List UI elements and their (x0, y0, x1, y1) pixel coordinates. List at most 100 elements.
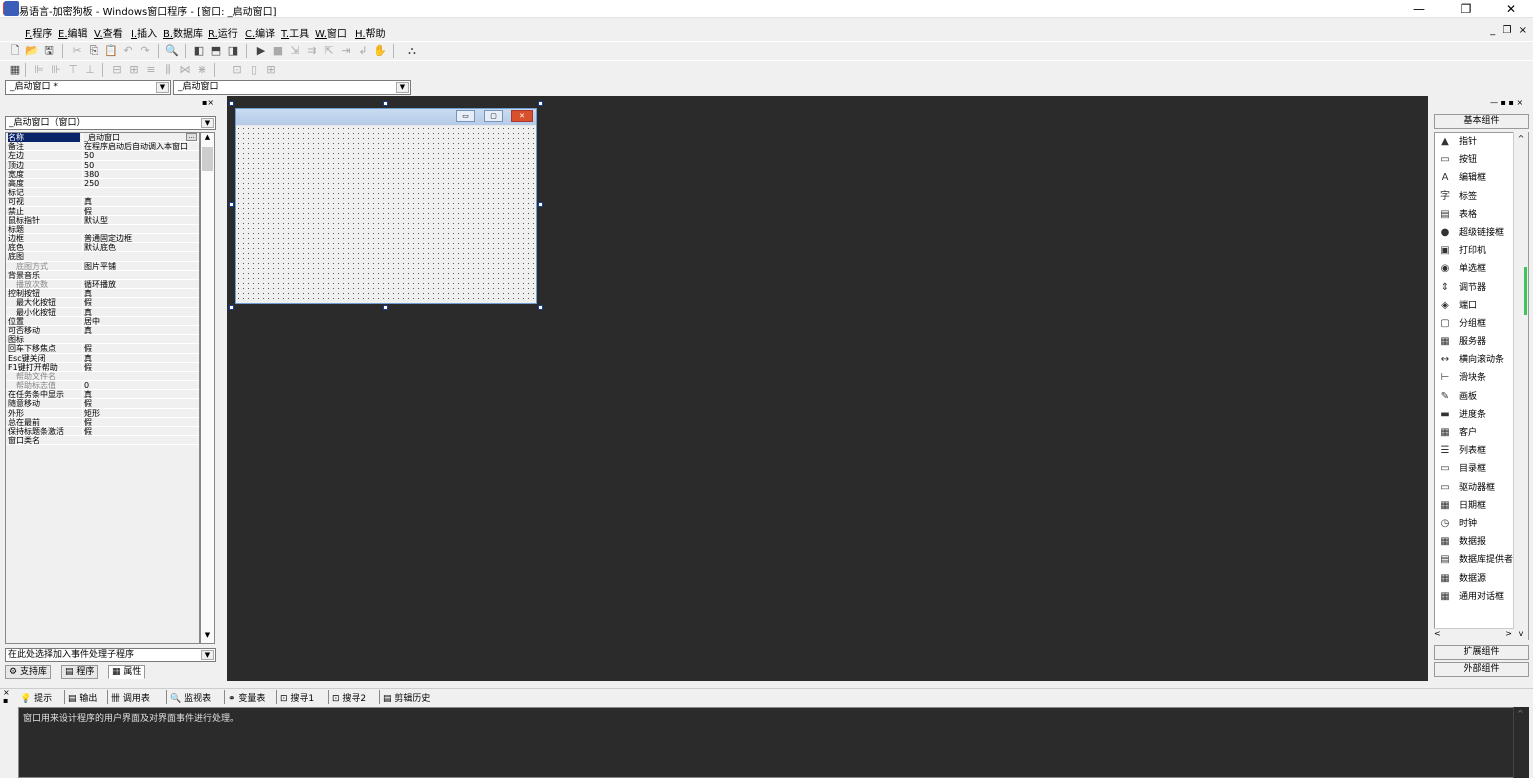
space-v-icon[interactable]: ⋇ (195, 63, 209, 76)
property-value[interactable]: _启动窗口 (82, 133, 199, 142)
copy-icon[interactable]: ⎘ (87, 44, 101, 57)
property-row[interactable]: 播放次数 循环播放 (6, 280, 199, 290)
object-selector[interactable]: _启动窗口（窗口） ▼ (5, 116, 216, 130)
property-row[interactable]: 最大化按钮 假 (6, 298, 199, 308)
tab-properties[interactable]: ▦ 属性 (108, 665, 146, 679)
align-right-icon[interactable]: ⊪ (49, 63, 63, 76)
bottom-tab[interactable]: ⊡ 搜寻1 (280, 691, 314, 704)
property-value[interactable]: 0 (82, 381, 199, 391)
resize-handle[interactable] (538, 101, 543, 106)
property-row[interactable]: 高度 250 (6, 178, 199, 189)
property-value[interactable]: 默认型 (82, 215, 199, 225)
property-value[interactable]: 假 (82, 399, 199, 409)
property-value[interactable]: 50 (82, 160, 199, 170)
step-out-icon[interactable]: ⇱ (322, 44, 336, 57)
property-row[interactable]: 标记 (6, 188, 199, 198)
property-row[interactable]: 控制按钮 真 (6, 289, 199, 299)
property-value[interactable]: 矩形 (82, 408, 199, 418)
layout-right-icon[interactable]: ◨ (226, 44, 240, 57)
menu-item-7[interactable]: T.工具 (281, 25, 309, 40)
property-row[interactable]: 帮助标志值 0 (6, 381, 199, 391)
property-row[interactable]: 背景音乐 (6, 271, 199, 280)
property-value[interactable]: 真 (82, 325, 199, 335)
bottom-tab[interactable]: 💡 提示 (20, 691, 52, 704)
ellipsis-button[interactable]: … (186, 133, 197, 141)
component-selector[interactable]: _启动窗口 ▼ (173, 80, 411, 95)
run-to-cursor-icon[interactable]: ⇥ (339, 44, 353, 57)
undo-icon[interactable]: ↶ (121, 44, 135, 57)
property-value[interactable]: 50 (82, 151, 199, 161)
find-icon[interactable]: 🔍 (165, 44, 179, 57)
property-value[interactable]: 真 (82, 353, 199, 363)
step-over-icon[interactable]: ⇉ (305, 44, 319, 57)
bottom-tab[interactable]: ▤ 输出 (68, 691, 97, 704)
property-value[interactable]: 250 (82, 178, 199, 188)
binoculars-icon[interactable]: ⛬ (405, 44, 419, 57)
property-value[interactable]: 真 (82, 307, 199, 317)
redo-icon[interactable]: ↷ (138, 44, 152, 57)
property-row[interactable]: 标题 (6, 225, 199, 235)
minimize-button[interactable]: — (1397, 0, 1441, 18)
property-row[interactable]: 左边 50 (6, 151, 199, 161)
output-scrollbar[interactable]: ^ (1513, 707, 1529, 778)
paste-icon[interactable]: 📋 (104, 44, 118, 57)
cut-icon[interactable]: ✂ (70, 44, 84, 57)
property-value[interactable]: 默认底色 (82, 243, 199, 253)
resize-handle[interactable] (383, 101, 388, 106)
bottom-tab[interactable]: 🔍 监视表 (170, 691, 211, 704)
panel-close-icon[interactable]: — ▪ ▪ × (1490, 98, 1523, 107)
property-value[interactable]: 图片平铺 (82, 261, 199, 271)
property-row[interactable]: 宽度 380 (6, 169, 199, 179)
property-row[interactable]: 鼠标指针 默认型 (6, 215, 199, 225)
property-row[interactable]: 位置 居中 (6, 316, 199, 326)
property-row[interactable]: 总在最前 假 (6, 417, 199, 427)
grid-icon[interactable]: ▦ (8, 63, 22, 76)
property-row[interactable]: 帮助文件名 (6, 372, 199, 382)
menu-item-6[interactable]: C.编译 (245, 25, 275, 40)
property-row[interactable]: 窗口类名 (6, 436, 199, 446)
window-selector[interactable]: _启动窗口 * ▼ (5, 80, 171, 95)
close-button[interactable]: ✕ (1489, 0, 1533, 18)
property-value[interactable]: 假 (82, 417, 199, 427)
tab-program[interactable]: ▤ 程序 (61, 665, 99, 679)
center-h-icon[interactable]: ≡ (144, 63, 158, 76)
chevron-down-icon[interactable]: ▼ (156, 82, 169, 93)
property-row[interactable]: 顶边 50 (6, 160, 199, 170)
bottom-tab[interactable]: ⊡ 搜寻2 (332, 691, 366, 704)
layout-left-icon[interactable]: ◧ (192, 44, 206, 57)
component-hscroll[interactable]: < > (1434, 628, 1514, 640)
property-row[interactable]: 底图 (6, 252, 199, 262)
bottom-panel-close-icon[interactable]: × ▪ (3, 689, 10, 705)
space-h-icon[interactable]: ⋈ (178, 63, 192, 76)
property-row[interactable]: 外形 矩形 (6, 408, 199, 418)
property-scrollbar[interactable]: ▲ ▼ (200, 132, 215, 644)
lock-icon[interactable]: ▯ (247, 63, 261, 76)
menu-item-5[interactable]: R.运行 (208, 25, 238, 40)
property-row[interactable]: Esc键关闭 真 (6, 353, 199, 363)
menu-item-3[interactable]: I.插入 (131, 25, 157, 40)
property-value[interactable]: 假 (82, 298, 199, 308)
extended-components-button[interactable]: 扩展组件 (1434, 645, 1529, 660)
center-v-icon[interactable]: ⫼ (161, 63, 175, 76)
menu-item-9[interactable]: H.帮助 (355, 25, 386, 40)
property-value[interactable]: 假 (82, 206, 199, 216)
property-row[interactable]: 回车下移焦点 假 (6, 344, 199, 354)
tab-order-icon[interactable]: ⊡ (230, 63, 244, 76)
resize-handle[interactable] (229, 101, 234, 106)
same-height-icon[interactable]: ⊞ (127, 63, 141, 76)
maximize-button[interactable]: ❐ (1444, 0, 1488, 18)
component-scrollbar[interactable]: ^ v (1513, 132, 1528, 640)
property-row[interactable]: F1键打开帮助 假 (6, 362, 199, 372)
hand-icon[interactable]: ✋ (373, 44, 387, 57)
property-row[interactable]: 可否移动 真 (6, 325, 199, 336)
property-row[interactable]: 底色 默认底色 (6, 243, 199, 253)
grid-snap-icon[interactable]: ⊞ (264, 63, 278, 76)
run-icon[interactable]: ▶ (254, 44, 268, 57)
stop-icon[interactable]: ■ (271, 44, 285, 57)
resize-handle[interactable] (538, 305, 543, 310)
chevron-down-icon[interactable]: ▼ (201, 118, 214, 128)
event-selector[interactable]: 在此处选择加入事件处理子程序 ▼ (5, 648, 216, 662)
property-value[interactable]: 380 (82, 169, 199, 179)
property-row[interactable]: 底图方式 图片平铺 (6, 261, 199, 271)
same-width-icon[interactable]: ⊟ (110, 63, 124, 76)
